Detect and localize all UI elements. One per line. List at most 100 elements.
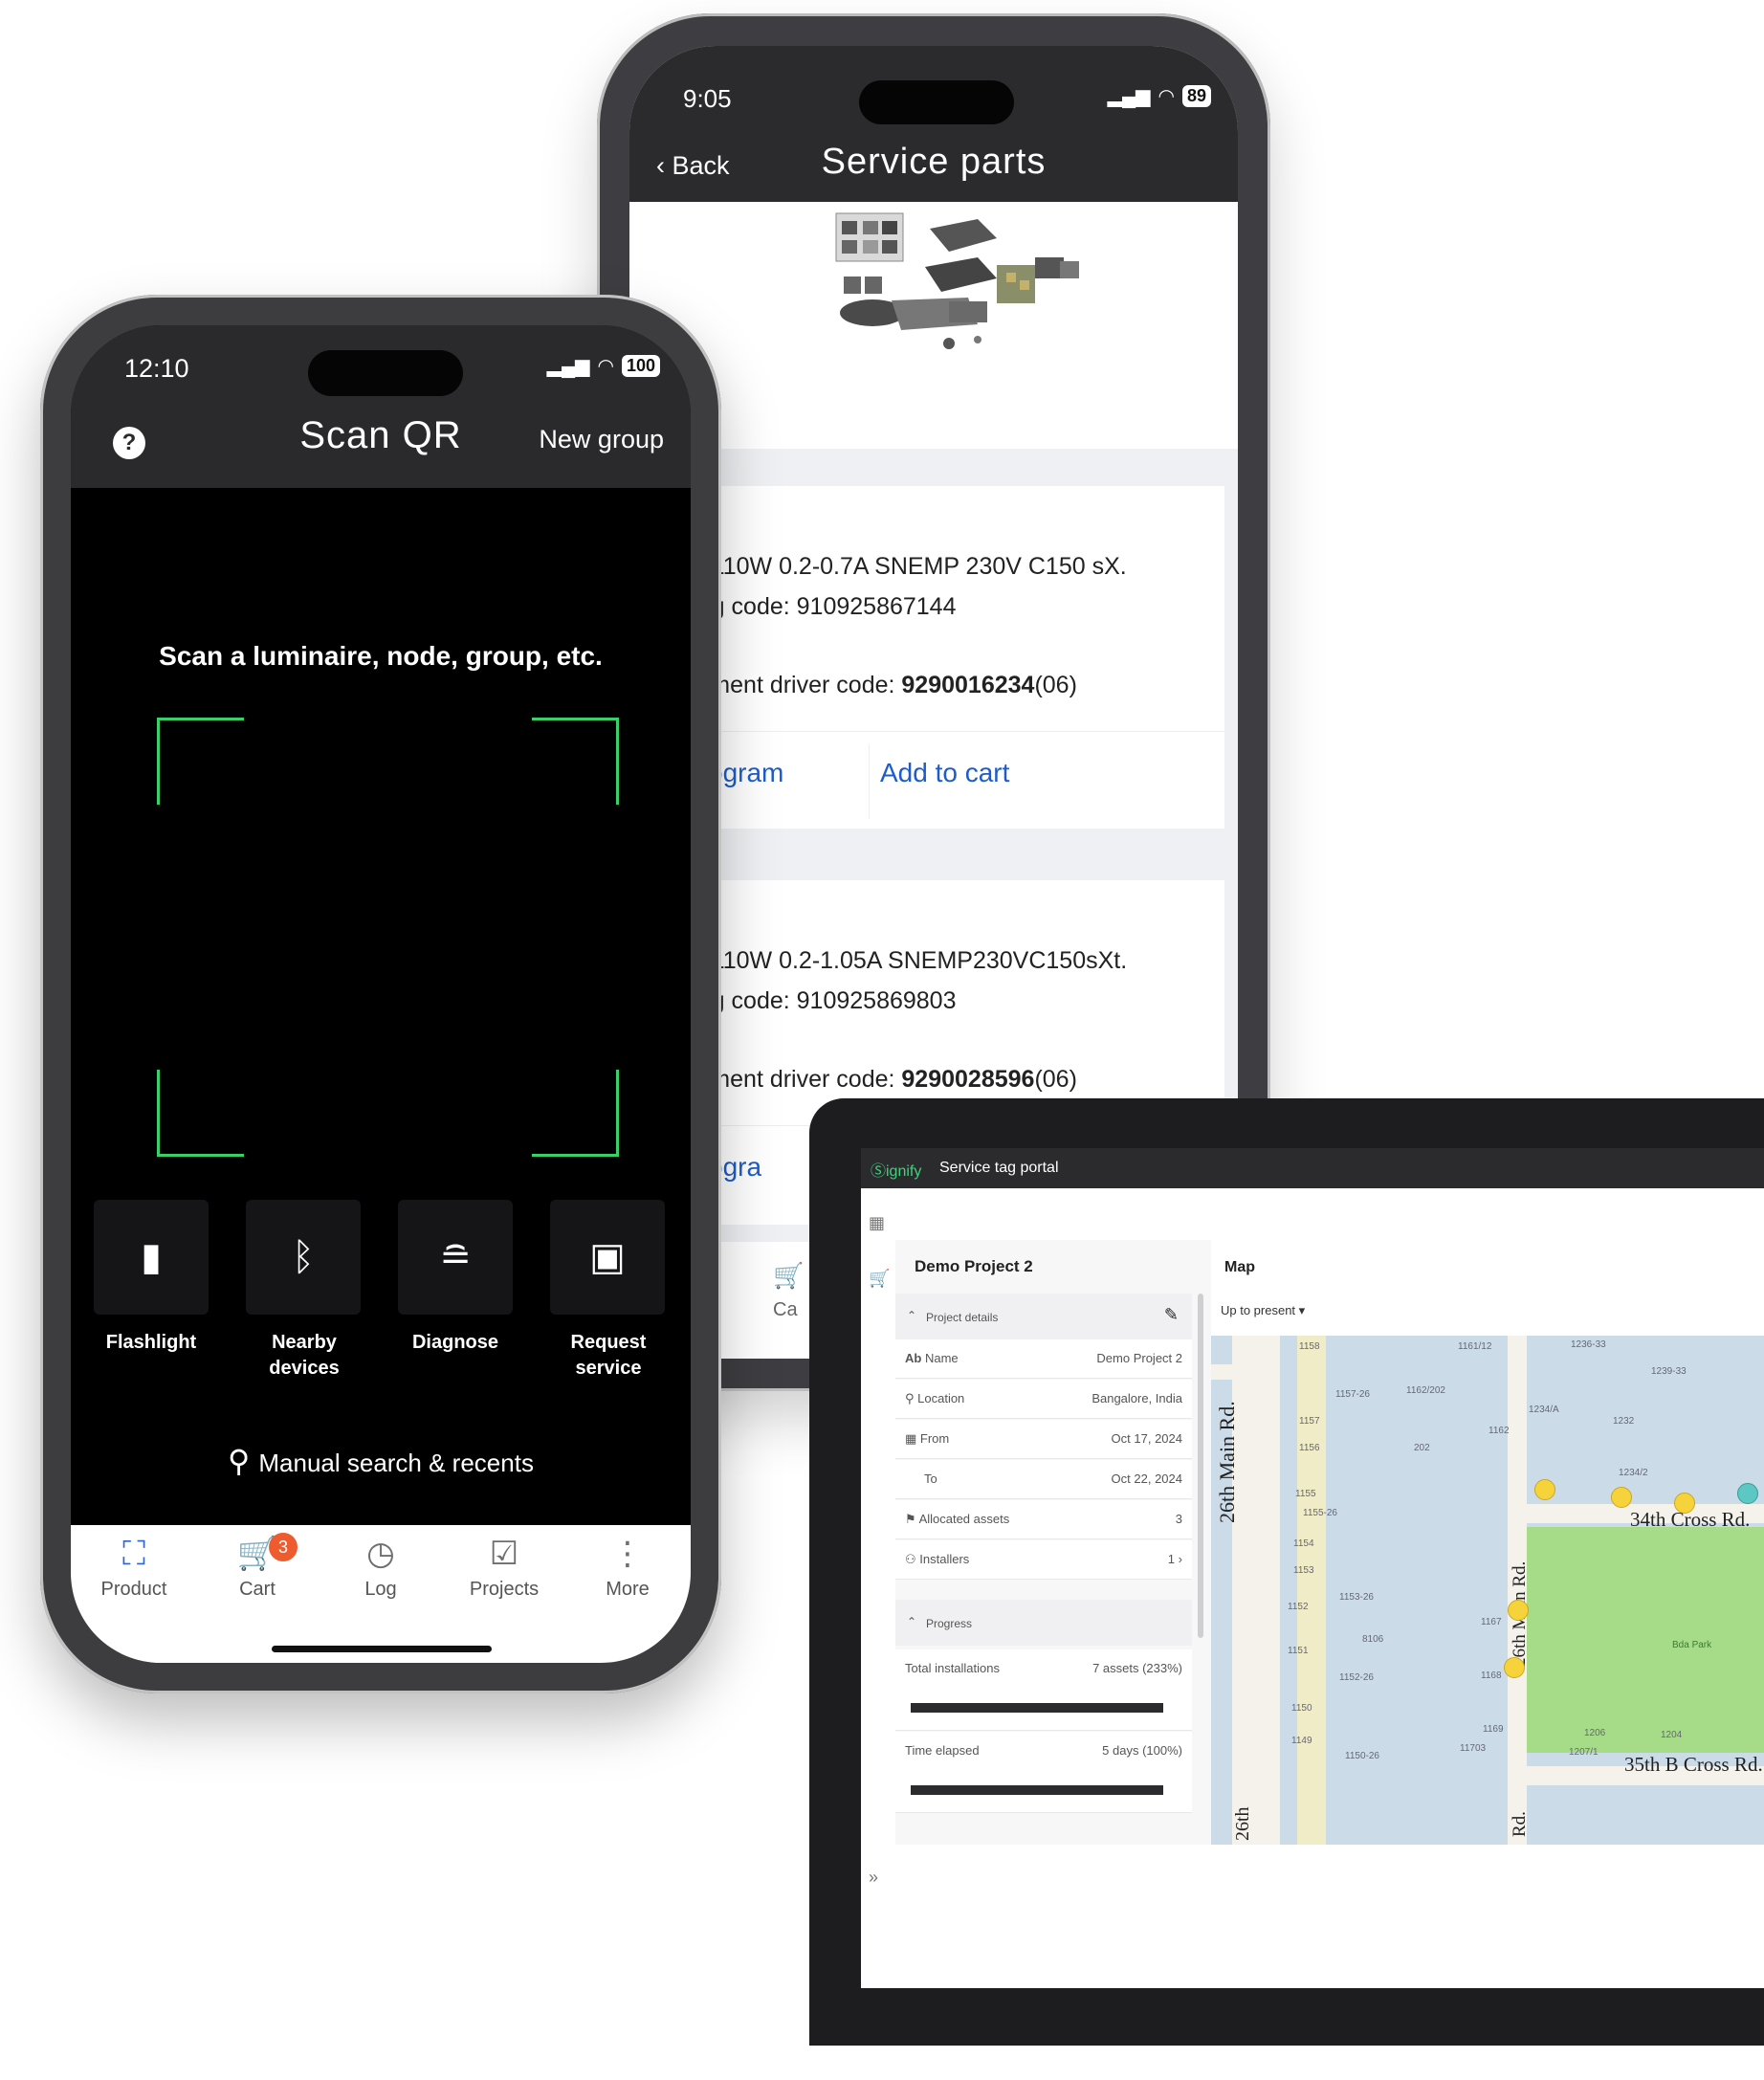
progress-section[interactable]: ⌃ Progress <box>895 1600 1192 1646</box>
replacement-suffix: (06) <box>1034 672 1077 698</box>
plot-number: 1232 <box>1613 1416 1635 1427</box>
scan-frame-corner <box>157 718 244 805</box>
plot-number: 1236-33 <box>1571 1339 1606 1350</box>
map-title: Map <box>1224 1259 1255 1275</box>
asset-marker[interactable] <box>1508 1600 1529 1621</box>
plot-number: 1161/12 <box>1458 1341 1492 1352</box>
flashlight-label: Flashlight <box>105 1332 197 1353</box>
flashlight-icon: ▮ <box>140 1236 162 1278</box>
plot-number: 11703 <box>1460 1743 1487 1754</box>
dashboard-icon[interactable]: ▦ <box>869 1213 885 1233</box>
detail-label: ▦ From <box>905 1431 949 1447</box>
edit-icon[interactable]: ✎ <box>1164 1305 1179 1325</box>
tab-label: Product <box>100 1579 167 1600</box>
map-view[interactable]: Bda Park 26th Main Rd. 34th Cross Rd. 26… <box>1211 1336 1764 1845</box>
cart-icon[interactable]: 🛒 <box>869 1269 890 1289</box>
part-replacement: acement driver code: 9290016234(06) <box>672 672 1077 699</box>
part-replacement: acement driver code: 9290028596(06) <box>672 1066 1077 1094</box>
detail-row-installers[interactable]: ⚇ Installers 1 › <box>895 1540 1192 1580</box>
text-icon: Ab <box>905 1351 925 1365</box>
nearby-devices-button[interactable]: ᛒ <box>246 1200 361 1315</box>
scan-qr-screen: 12:10 ▂▄▆ ◠ 100 ? Scan QR New group Scan… <box>71 325 691 1663</box>
card-divider <box>658 731 1224 732</box>
flashlight-button[interactable]: ▮ <box>94 1200 209 1315</box>
replacement-code: 9290016234 <box>901 672 1035 698</box>
tab-log[interactable]: ◷ Log <box>323 1533 438 1601</box>
new-group-button[interactable]: New group <box>539 425 664 454</box>
plot-number: 1154 <box>1293 1538 1314 1549</box>
plot-number: 1162/202 <box>1406 1385 1445 1396</box>
status-time: 12:10 <box>124 354 189 383</box>
chevron-up-icon: ⌃ <box>907 1615 917 1628</box>
plot-number: 1155-26 <box>1303 1508 1337 1518</box>
section-label: Project details <box>926 1311 999 1324</box>
plot-number: 1234/A <box>1529 1405 1559 1415</box>
diagnose-button[interactable]: ≘ <box>398 1200 513 1315</box>
plot-number: 1149 <box>1291 1736 1312 1746</box>
wifi-icon: ◠ <box>1158 86 1175 107</box>
detail-row-to: To Oct 22, 2024 <box>895 1460 1192 1499</box>
wifi-icon: ◠ <box>597 356 614 377</box>
plot-number: 1150-26 <box>1345 1751 1379 1761</box>
detail-value: 1 › <box>1168 1552 1182 1566</box>
status-icons: ▂▄▆ ◠ 100 <box>547 354 660 378</box>
plot-number: 202 <box>1414 1443 1430 1453</box>
tab-cart[interactable]: 🛒 3 Cart <box>200 1533 315 1601</box>
nearby-devices-label: Nearby devices <box>269 1332 340 1379</box>
panel-scrollbar[interactable] <box>1198 1294 1203 1638</box>
project-details-section[interactable]: ⌃ Project details ✎ <box>895 1294 1192 1339</box>
plot-number: 1169 <box>1483 1724 1504 1735</box>
portal-header: Ⓢignify Service tag portal <box>861 1148 1764 1188</box>
street-label: 26th <box>1232 1806 1253 1841</box>
portal-toolbar <box>895 1188 1764 1241</box>
bottom-tab-bar: ⛶ Product 🛒 3 Cart ◷ Log ☑ Projects ⋮ Mo… <box>71 1525 691 1663</box>
scan-instruction: Scan a luminaire, node, group, etc. <box>159 641 603 671</box>
plot-number: 1153-26 <box>1339 1592 1374 1603</box>
scan-frame-corner <box>532 718 619 805</box>
time-filter-dropdown[interactable]: Up to present ▾ <box>1221 1303 1305 1318</box>
home-indicator <box>272 1646 492 1652</box>
cart-icon[interactable]: 🛒 <box>773 1261 804 1291</box>
asset-marker[interactable] <box>1504 1657 1525 1678</box>
more-icon: ⋮ <box>611 1536 644 1572</box>
tab-projects[interactable]: ☑ Projects <box>447 1533 562 1601</box>
tab-label: Log <box>364 1579 397 1600</box>
plot-number: 1162 <box>1488 1426 1510 1436</box>
detail-label-text: From <box>919 1431 950 1446</box>
location-pin-icon: ⚲ <box>905 1391 918 1405</box>
detail-row-allocated-assets: ⚑ Allocated assets 3 <box>895 1500 1192 1539</box>
detail-label-text: Installers <box>919 1552 970 1566</box>
progress-row-time: Time elapsed 5 days (100%) <box>895 1732 1192 1813</box>
asset-marker[interactable] <box>1737 1483 1758 1504</box>
tab-more[interactable]: ⋮ More <box>570 1533 685 1601</box>
map-panel: Map Up to present ▾ Bda Park 26th Main R… <box>1211 1240 1764 1845</box>
tab-label: Cart <box>239 1579 276 1600</box>
plot-number: 1207/1 <box>1569 1747 1599 1758</box>
asset-marker[interactable] <box>1534 1479 1555 1500</box>
signal-icon: ▂▄▆ <box>546 356 590 377</box>
progress-label: Time elapsed <box>905 1743 980 1758</box>
brand-logo: Ⓢignify <box>871 1163 922 1180</box>
expand-icon[interactable]: » <box>869 1868 878 1888</box>
asset-marker[interactable] <box>1674 1493 1695 1514</box>
detail-label: Ab Name <box>905 1351 959 1365</box>
section-label: Progress <box>926 1617 973 1630</box>
progress-label: Total installations <box>905 1661 1000 1675</box>
plot-number: 1157 <box>1299 1416 1320 1427</box>
progress-value: 7 assets (233%) <box>1092 1661 1182 1675</box>
add-to-cart-button[interactable]: Add to cart <box>880 758 1009 788</box>
asset-marker[interactable] <box>1611 1487 1632 1508</box>
dynamic-island <box>859 80 1014 124</box>
request-service-icon: ▣ <box>589 1236 626 1278</box>
button-divider <box>869 744 870 819</box>
request-service-button[interactable]: ▣ <box>550 1200 665 1315</box>
detail-label-text: Allocated assets <box>918 1512 1010 1526</box>
scan-qr-header: 12:10 ▂▄▆ ◠ 100 ? Scan QR New group <box>71 325 691 488</box>
portal-screen: Ⓢignify Service tag portal ▦ 🛒 » Demo Pr… <box>861 1148 1764 1988</box>
manual-search-button[interactable]: ⚲ Manual search & recents <box>71 1443 691 1479</box>
tab-product[interactable]: ⛶ Product <box>77 1533 191 1601</box>
battery-icon: 89 <box>1181 85 1211 107</box>
caret-down-icon: ▾ <box>1298 1303 1306 1317</box>
scan-qr-phone: 12:10 ▂▄▆ ◠ 100 ? Scan QR New group Scan… <box>40 295 721 1693</box>
time-filter-value: Up to present <box>1221 1303 1296 1317</box>
